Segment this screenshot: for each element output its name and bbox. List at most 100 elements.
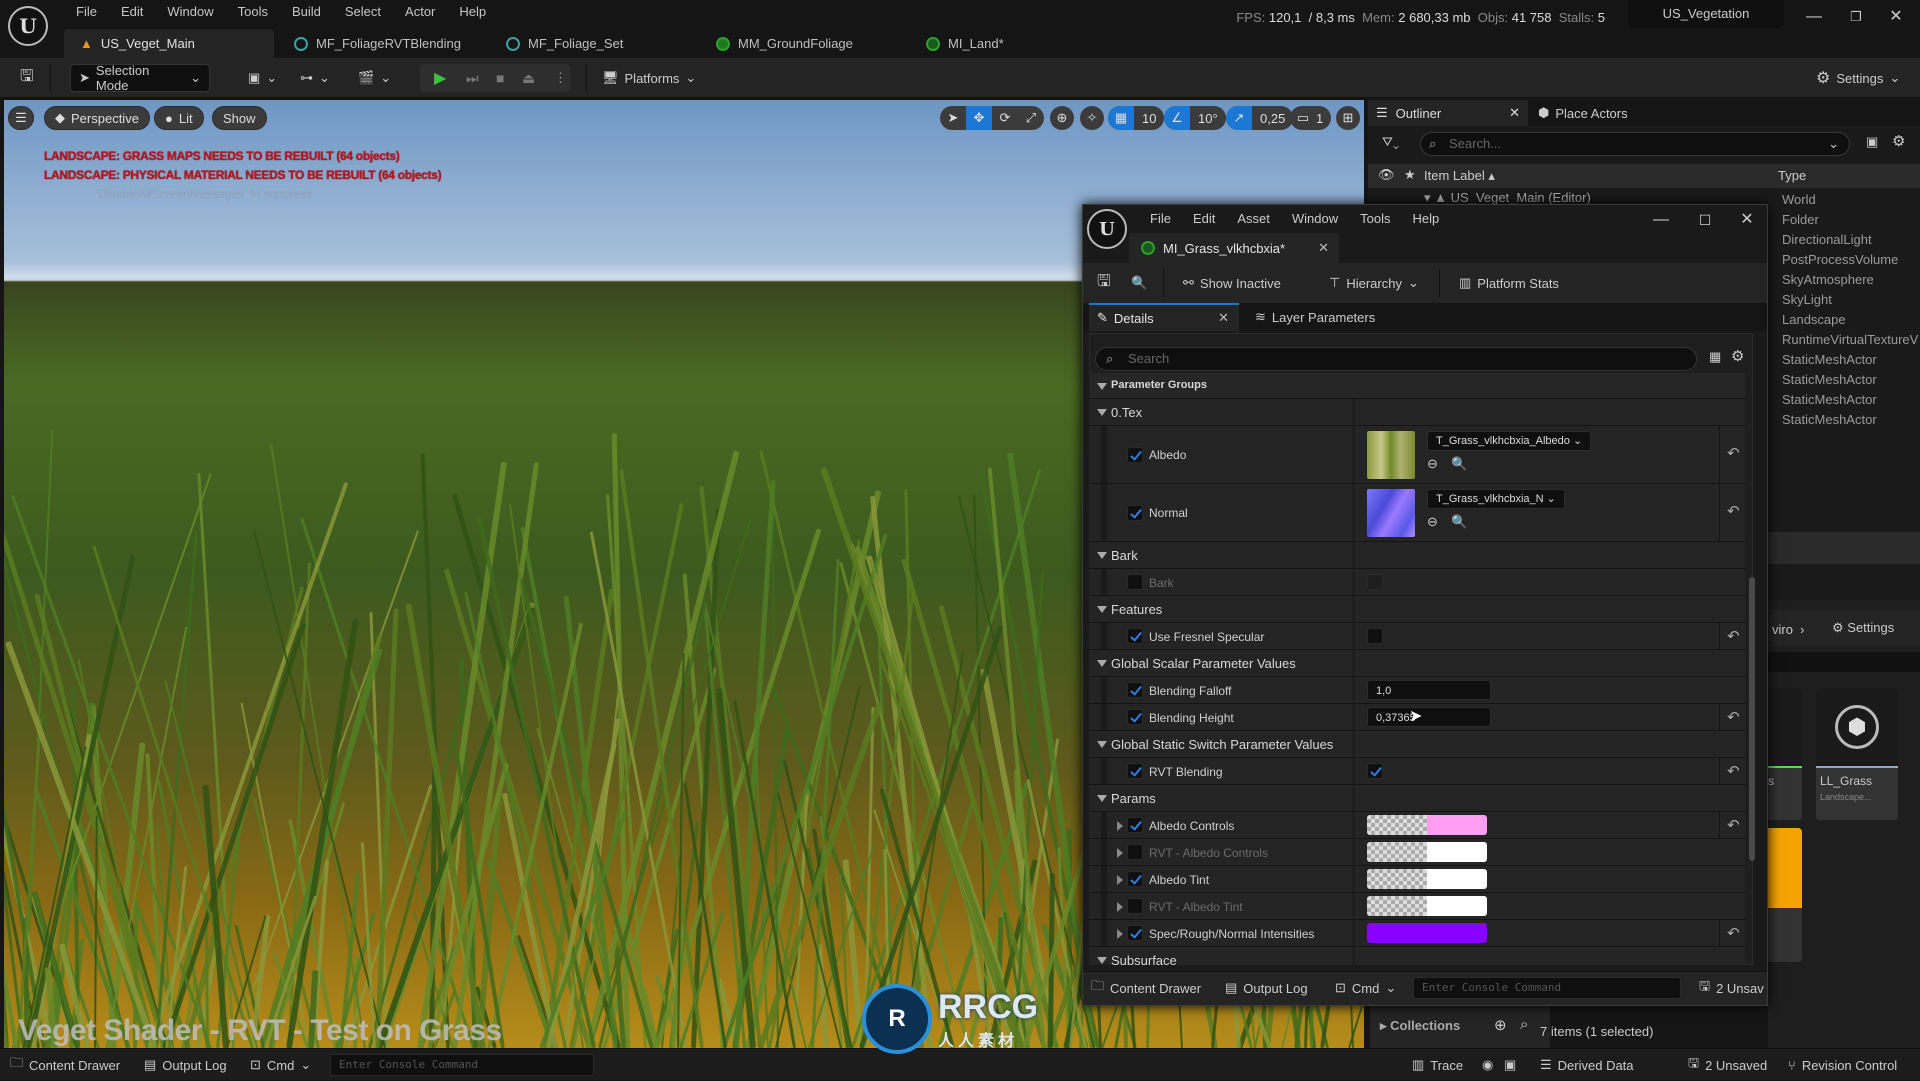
mi-save-button[interactable]: 🖫 <box>1089 269 1119 297</box>
move-tool-icon[interactable]: ✥ <box>966 106 992 130</box>
tab-mf-foliage-rvt-blending[interactable]: MF_FoliageRVTBlending <box>278 29 477 58</box>
close-icon[interactable]: ✕ <box>1218 310 1229 326</box>
tab-mi-grass[interactable]: MI_Grass_vlkhcbxia* ✕ <box>1129 233 1339 263</box>
reset-to-default-icon[interactable]: ↶ <box>1727 762 1740 780</box>
blueprint-button[interactable]: ⊶ ⌄ <box>292 64 338 92</box>
mi-menu-asset[interactable]: Asset <box>1226 211 1281 226</box>
tab-layer-parameters[interactable]: ≋ Layer Parameters <box>1255 303 1375 331</box>
console-input[interactable]: Enter Console Command <box>330 1054 594 1076</box>
add-actor-button[interactable]: ▣ ⌄ <box>240 64 285 92</box>
spec-rough-normal-override-checkbox[interactable] <box>1127 925 1143 941</box>
eject-button[interactable]: ⏏ <box>514 64 543 92</box>
surface-snap-toggle[interactable]: ✧ <box>1080 106 1104 130</box>
tab-mf-foliage-set[interactable]: MF_Foliage_Set <box>490 29 639 58</box>
reset-to-default-icon[interactable]: ↶ <box>1727 708 1740 726</box>
outliner-type-cell[interactable]: DirectionalLight <box>1782 230 1872 250</box>
albedo-tint-color[interactable] <box>1367 869 1487 889</box>
tab-us-veget-main[interactable]: ▲ US_Veget_Main <box>64 29 274 58</box>
stop-button[interactable]: ■ <box>488 64 512 92</box>
normal-override-checkbox[interactable] <box>1127 505 1143 521</box>
show-button[interactable]: Show <box>212 106 267 130</box>
close-icon[interactable]: ✕ <box>1318 240 1329 256</box>
blending-falloff-input[interactable]: 1,0 <box>1367 680 1491 700</box>
camera-speed[interactable]: ▭ 1 <box>1290 106 1332 130</box>
gear-icon[interactable]: ⚙ <box>1731 347 1744 365</box>
group-global-scalar[interactable]: Global Scalar Parameter Values <box>1089 650 1745 677</box>
spec-rough-normal-color[interactable] <box>1367 923 1487 943</box>
reset-to-default-icon[interactable]: ↶ <box>1727 627 1740 645</box>
blending-height-input[interactable]: 0,37365 <box>1367 707 1491 727</box>
play-options-button[interactable]: ⋮ <box>546 64 575 92</box>
close-icon[interactable]: ✕ <box>1509 105 1520 121</box>
use-selected-icon[interactable]: ⊖ <box>1427 514 1438 530</box>
menu-help[interactable]: Help <box>447 4 498 20</box>
minimize-button[interactable]: — <box>1796 6 1832 28</box>
select-tool-icon[interactable]: ➤ <box>940 106 966 130</box>
reset-to-default-icon[interactable]: ↶ <box>1727 924 1740 942</box>
tab-mi-land[interactable]: MI_Land* <box>910 29 1020 58</box>
expand-arrow-icon[interactable] <box>1117 821 1123 831</box>
reset-to-default-icon[interactable]: ↶ <box>1727 816 1740 834</box>
bark-override-checkbox[interactable] <box>1127 574 1143 590</box>
menu-file[interactable]: File <box>64 4 109 20</box>
albedo-controls-color[interactable] <box>1367 815 1487 835</box>
mi-cmd-dropdown[interactable]: ⊡ Cmd ⌄ <box>1335 972 1396 1004</box>
browse-asset-icon[interactable]: 🔍 <box>1451 456 1467 472</box>
unreal-logo-icon[interactable]: U <box>8 6 48 46</box>
add-folder-icon[interactable]: ▣ <box>1866 134 1878 150</box>
browse-asset-icon[interactable]: 🔍 <box>1451 514 1467 530</box>
outliner-type-cell[interactable]: StaticMeshActor <box>1782 350 1877 370</box>
mi-menu-help[interactable]: Help <box>1401 211 1450 226</box>
albedo-texture-thumbnail[interactable] <box>1367 431 1415 479</box>
menu-actor[interactable]: Actor <box>393 4 447 20</box>
unreal-logo-icon[interactable]: U <box>1087 209 1127 249</box>
tab-mm-ground-foliage[interactable]: MM_GroundFoliage <box>700 29 869 58</box>
use-fresnel-override-checkbox[interactable] <box>1127 628 1143 644</box>
albedo-texture-dropdown[interactable]: T_Grass_vlkhcbxia_Albedo ⌄ <box>1427 431 1592 451</box>
output-log-button[interactable]: ▤ Output Log <box>144 1049 227 1081</box>
tab-outliner[interactable]: ☰ Outliner ✕ <box>1368 100 1528 126</box>
add-collection-icon[interactable]: ⊕ <box>1494 1016 1507 1034</box>
outliner-type-cell[interactable]: SkyAtmosphere <box>1782 270 1874 290</box>
normal-texture-thumbnail[interactable] <box>1367 489 1415 537</box>
gear-icon[interactable]: ⚙ <box>1892 132 1905 150</box>
albedo-tint-override-checkbox[interactable] <box>1127 871 1143 887</box>
outliner-type-cell[interactable]: Folder <box>1782 210 1819 230</box>
mi-close-button[interactable]: ✕ <box>1729 209 1765 231</box>
mi-maximize-button[interactable]: ☐ <box>1687 209 1723 231</box>
hierarchy-dropdown[interactable]: ⊤ Hierarchy ⌄ <box>1321 269 1427 297</box>
rvt-albedo-controls-override-checkbox[interactable] <box>1127 844 1143 860</box>
outliner-type-cell[interactable]: StaticMeshActor <box>1782 410 1877 430</box>
cb-settings-button[interactable]: ⚙ Settings <box>1832 620 1894 636</box>
group-tex[interactable]: 0.Tex <box>1089 399 1745 426</box>
outliner-search-input[interactable]: ⌕ Search... ⌄ <box>1420 132 1850 156</box>
visibility-icon[interactable]: 👁 <box>1378 167 1395 183</box>
lit-button[interactable]: ● Lit <box>154 106 204 130</box>
group-global-static-switch[interactable]: Global Static Switch Parameter Values <box>1089 731 1745 758</box>
expand-arrow-icon[interactable] <box>1117 929 1123 939</box>
collections-toggle[interactable]: ▸ Collections <box>1380 1018 1460 1034</box>
rvt-blending-override-checkbox[interactable] <box>1127 763 1143 779</box>
save-button[interactable]: 🖫 <box>12 64 42 92</box>
rotation-snap[interactable]: ∠ 10° <box>1164 106 1226 130</box>
use-fresnel-value-checkbox[interactable] <box>1367 628 1383 644</box>
outliner-type-cell[interactable]: Landscape <box>1782 310 1846 330</box>
mi-menu-edit[interactable]: Edit <box>1182 211 1226 226</box>
bark-value-checkbox[interactable] <box>1367 574 1383 590</box>
play-button[interactable]: ▶ <box>426 64 454 92</box>
rvt-albedo-controls-color[interactable] <box>1367 842 1487 862</box>
cmd-dropdown[interactable]: ⊡ Cmd ⌄ <box>250 1049 311 1081</box>
close-button[interactable]: ✕ <box>1878 6 1914 28</box>
viewport-menu-button[interactable]: ☰ <box>8 106 34 130</box>
outliner-type-cell[interactable]: RuntimeVirtualTextureV <box>1782 330 1918 350</box>
trace-button[interactable]: ▥ Trace <box>1412 1049 1463 1081</box>
search-icon[interactable]: ⌕ <box>1520 1016 1528 1033</box>
details-scrollbar[interactable] <box>1749 577 1755 861</box>
group-bark[interactable]: Bark <box>1089 542 1745 569</box>
unsaved-button[interactable]: 🖫 2 Unsaved <box>1688 1049 1767 1081</box>
layout-button[interactable]: ⊞ <box>1336 106 1360 130</box>
table-view-icon[interactable]: ▦ <box>1709 349 1721 365</box>
albedo-controls-override-checkbox[interactable] <box>1127 817 1143 833</box>
use-selected-icon[interactable]: ⊖ <box>1427 456 1438 472</box>
outliner-type-cell[interactable]: StaticMeshActor <box>1782 370 1877 390</box>
